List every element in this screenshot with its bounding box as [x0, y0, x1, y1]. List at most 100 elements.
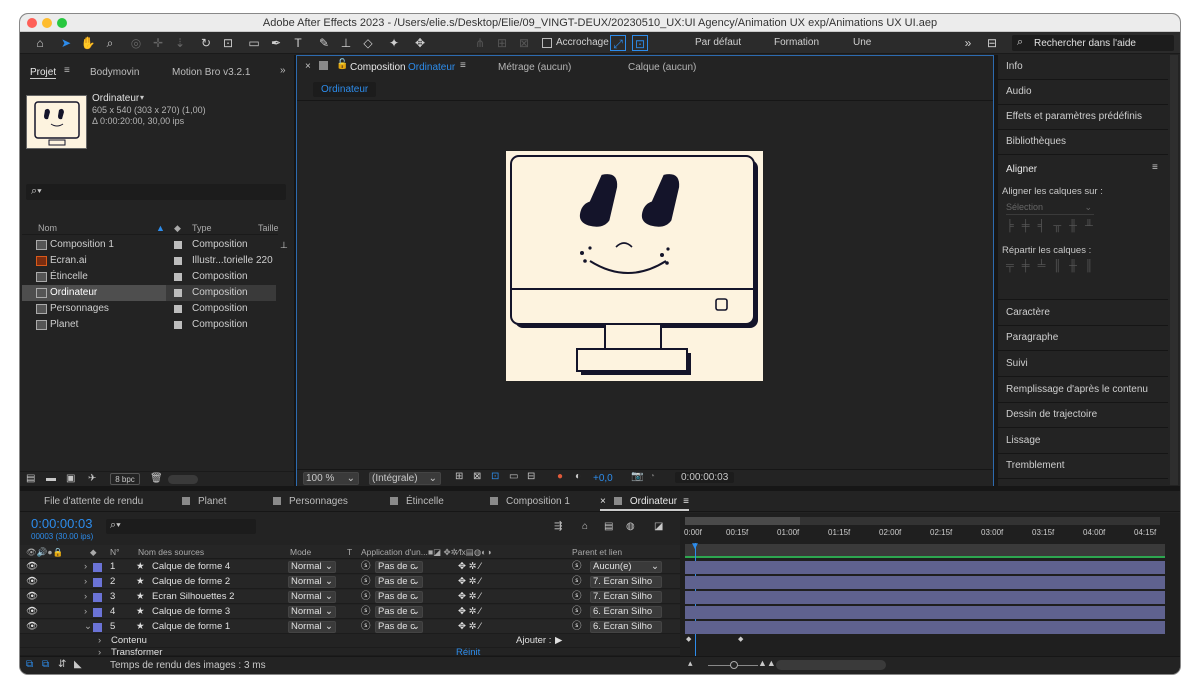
- project-item-planet[interactable]: Planet Composition: [22, 317, 276, 333]
- layer-row-4[interactable]: 👁 › 4 ★ Calque de forme 3 Normal ⌄ ⓢ Pas de c ⌄…: [20, 605, 680, 619]
- apply-dropdown[interactable]: Pas de c ⌄: [375, 561, 423, 573]
- thumbnail-slider[interactable]: [168, 475, 198, 484]
- work-area-bar[interactable]: [685, 517, 1160, 525]
- tab-render-queue[interactable]: File d'attente de rendu: [44, 493, 143, 511]
- snap-edges-icon[interactable]: ⤢: [610, 35, 626, 51]
- timeline-current-time[interactable]: 0:00:00:03: [31, 516, 92, 531]
- layer-switch-icons[interactable]: ✥ ✲ ⁄: [458, 620, 481, 634]
- layer-duration-bar-1[interactable]: [685, 561, 1165, 574]
- interpret-footage-icon[interactable]: ▤: [26, 473, 35, 484]
- column-parent[interactable]: Parent et lien: [572, 545, 622, 559]
- color-channels-icon[interactable]: ●: [557, 471, 563, 482]
- label-swatch[interactable]: [93, 623, 102, 632]
- close-tab-icon[interactable]: ×: [600, 496, 606, 507]
- composition-canvas[interactable]: [506, 151, 763, 381]
- project-item-ecran-ai[interactable]: Ecran.ai Illustr...torielle 220: [22, 253, 276, 269]
- mask-visibility-icon[interactable]: ⊡: [491, 471, 499, 482]
- parent-dropdown[interactable]: Aucun(e) ⌄: [590, 561, 662, 573]
- resolution-dropdown[interactable]: (Intégrale) ⌄: [369, 472, 441, 485]
- spiral-icon[interactable]: ⓢ: [361, 605, 371, 619]
- label-column-icon[interactable]: ◆: [174, 221, 181, 235]
- layer-switches-icons[interactable]: ■◪ ✥✲⁄fx▤◍◐◑: [428, 545, 492, 559]
- flowchart-icon[interactable]: ⊥: [280, 237, 288, 253]
- tab-composition-label[interactable]: Composition: [350, 62, 406, 73]
- layer-name[interactable]: Calque de forme 3: [152, 605, 230, 619]
- draft-3d-icon[interactable]: ⌂: [582, 521, 588, 532]
- panel-effects-presets[interactable]: Effets et paramètres prédéfinis: [998, 105, 1168, 130]
- transfer-controls-toggle-icon[interactable]: ⧉: [42, 659, 49, 670]
- apply-dropdown[interactable]: Pas de c ⌄: [375, 591, 423, 603]
- blend-mode-dropdown[interactable]: Normal ⌄: [288, 576, 336, 588]
- timeline-horizontal-scrollbar[interactable]: [776, 660, 886, 670]
- spiral-icon[interactable]: ⓢ: [361, 620, 371, 634]
- timeline-search-input[interactable]: ⌕▾: [106, 519, 256, 534]
- label-swatch[interactable]: [174, 273, 182, 281]
- snap-checkbox[interactable]: [542, 38, 552, 48]
- align-buttons[interactable]: ╞╪╡╥╫╨: [1006, 220, 1101, 232]
- eye-icon[interactable]: 👁: [26, 620, 38, 634]
- spiral-icon[interactable]: ⓢ: [361, 590, 371, 604]
- comp-mini-flowchart-icon[interactable]: ⇶: [554, 521, 562, 532]
- roto-brush-icon[interactable]: ✦: [386, 35, 402, 51]
- layer-switch-icons[interactable]: ✥ ✲ ⁄: [458, 560, 481, 574]
- parent-dropdown[interactable]: 7. Ecran Silho: [590, 576, 662, 588]
- zoom-window-button[interactable]: [57, 18, 67, 28]
- tab-bodymovin[interactable]: Bodymovin: [90, 67, 139, 78]
- panel-libraries[interactable]: Bibliothèques: [998, 130, 1168, 155]
- comp-breadcrumb[interactable]: Ordinateur: [313, 82, 377, 97]
- fast-previews-icon[interactable]: ⊞: [455, 471, 463, 482]
- panel-menu-icon[interactable]: ≡: [64, 65, 70, 76]
- layer-name[interactable]: Calque de forme 4: [152, 560, 230, 574]
- anchor-tool-icon[interactable]: ⊡: [220, 35, 236, 51]
- close-tab-icon[interactable]: ×: [305, 61, 311, 72]
- panel-character[interactable]: Caractère: [998, 301, 1168, 326]
- zoom-in-icon[interactable]: ▲▲: [758, 658, 776, 668]
- puppet-tool-icon[interactable]: ✥: [412, 35, 428, 51]
- chevron-down-icon[interactable]: ▾: [140, 93, 144, 102]
- column-name[interactable]: Nom: [38, 221, 57, 235]
- blend-mode-dropdown[interactable]: Normal ⌄: [288, 621, 336, 633]
- view-axis-icon[interactable]: ⊠: [516, 35, 532, 51]
- property-contenu[interactable]: Contenu: [111, 634, 147, 648]
- new-composition-icon[interactable]: ▣: [66, 473, 75, 484]
- brush-tool-icon[interactable]: ✎: [316, 35, 332, 51]
- label-swatch[interactable]: [174, 305, 182, 313]
- tab-layer[interactable]: Calque (aucun): [628, 62, 696, 73]
- parent-dropdown[interactable]: 6. Ecran Silho: [590, 621, 662, 633]
- label-swatch[interactable]: [93, 593, 102, 602]
- layer-switch-icons[interactable]: ✥ ✲ ⁄: [458, 575, 481, 589]
- tab-planet[interactable]: Planet: [182, 493, 226, 511]
- hand-tool-icon[interactable]: ✋: [80, 35, 96, 51]
- layer-row-1[interactable]: 👁 › 1 ★ Calque de forme 4 Normal ⌄ ⓢ Pas de c ⌄…: [20, 560, 680, 574]
- layer-name[interactable]: Calque de forme 1: [152, 620, 230, 634]
- tab-project[interactable]: Projet: [30, 67, 57, 79]
- pen-tool-icon[interactable]: ✒: [268, 35, 284, 51]
- world-axis-icon[interactable]: ⊞: [494, 35, 510, 51]
- keyframe-marker[interactable]: ◆: [738, 635, 743, 643]
- property-transform-row[interactable]: › Transformer Réinit: [20, 648, 680, 656]
- more-workspaces-icon[interactable]: »: [960, 35, 976, 51]
- exposure-value[interactable]: +0,0: [593, 473, 613, 484]
- adjust-project-icon[interactable]: ✈: [88, 473, 96, 484]
- label-swatch[interactable]: [174, 289, 182, 297]
- eye-icon[interactable]: 👁: [26, 605, 38, 619]
- project-item-composition-1[interactable]: Composition 1 Composition ⊥: [22, 237, 288, 253]
- panel-paragraph[interactable]: Paragraphe: [998, 326, 1168, 351]
- rotate-tool-icon[interactable]: ↻: [198, 35, 214, 51]
- layer-name[interactable]: Ecran Silhouettes 2: [152, 590, 234, 604]
- workspace-default[interactable]: Par défaut: [695, 37, 741, 48]
- selected-item-name[interactable]: Ordinateur: [92, 93, 139, 104]
- tab-composition-1[interactable]: Composition 1: [490, 493, 570, 511]
- label-swatch[interactable]: [93, 608, 102, 617]
- grid-guides-icon[interactable]: ⊟: [527, 471, 535, 482]
- timeline-zoom-handle[interactable]: [730, 661, 738, 669]
- reset-link[interactable]: Réinit: [456, 648, 480, 655]
- pick-whip-icon[interactable]: ⓢ: [572, 590, 582, 604]
- lock-icon[interactable]: 🔓: [336, 59, 348, 70]
- label-swatch[interactable]: [174, 257, 182, 265]
- label-swatch[interactable]: [93, 578, 102, 587]
- axis-icon[interactable]: ⋔: [472, 35, 488, 51]
- reset-exposure-icon[interactable]: ◐: [575, 471, 581, 482]
- column-size[interactable]: Taille: [258, 221, 279, 235]
- panel-menu-icon[interactable]: ≡: [460, 60, 466, 71]
